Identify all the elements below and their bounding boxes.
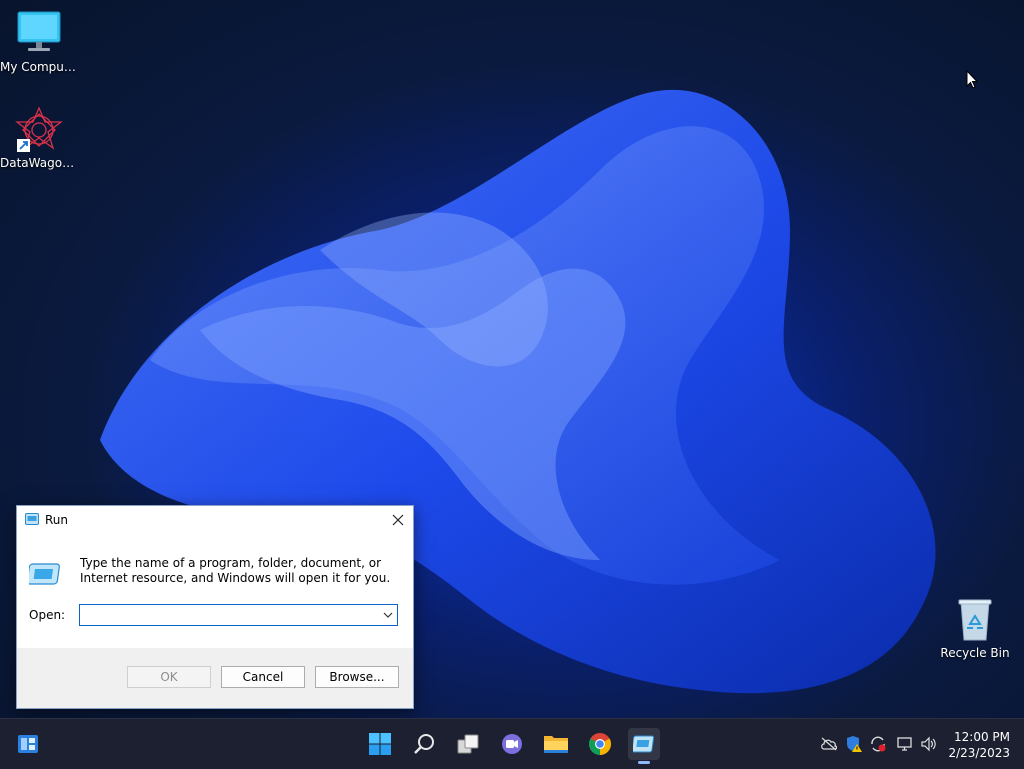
run-title: Run [45,513,69,527]
run-icon [25,513,39,525]
chrome-icon [589,733,611,755]
datawagon-icon [15,106,63,154]
clock[interactable]: 12:00 PM 2/23/2023 [948,729,1010,761]
task-view-icon [457,734,479,754]
cloud-offline-icon [821,737,838,751]
start-icon [369,733,391,755]
run-app-icon [29,563,60,585]
shield-warning-icon [847,736,862,752]
open-label: Open: [29,608,66,622]
run-taskbar-button[interactable] [628,728,660,764]
close-button[interactable] [383,506,413,534]
desktop-icon-my-computer[interactable]: My Computer [0,10,78,74]
clock-date: 2/23/2023 [948,746,1010,760]
run-titlebar[interactable]: Run [17,506,413,534]
volume-tray[interactable] [920,735,938,753]
open-combobox[interactable] [79,604,398,626]
chat-icon [502,734,522,754]
network-tray[interactable] [896,735,914,753]
widgets-button[interactable] [12,728,44,760]
volume-icon [921,736,936,752]
open-input[interactable] [82,607,376,625]
clock-time: 12:00 PM [954,730,1010,744]
taskbar: 12:00 PM 2/23/2023 [0,718,1024,769]
widgets-icon [18,735,38,753]
desktop-icon-label: DataWagon... [0,156,78,170]
network-icon [897,737,912,751]
desktop-icon-label: My Computer [0,60,78,74]
security-tray[interactable] [845,735,863,753]
sync-icon [871,736,886,752]
chrome-button[interactable] [584,728,616,760]
file-explorer-button[interactable] [540,728,572,760]
desktop-icon-datawagon[interactable]: DataWagon... [0,106,78,170]
chevron-down-icon [383,612,393,618]
run-dialog: Run Type the name of a program, folder, … [16,505,414,709]
ok-button[interactable]: OK [127,666,211,688]
close-icon [392,514,404,526]
update-tray[interactable] [869,735,887,753]
search-button[interactable] [408,728,440,760]
desktop-icon-recycle-bin[interactable]: Recycle Bin [936,596,1014,660]
mouse-cursor-icon [966,70,978,89]
run-icon [633,735,655,753]
desktop-icon-label: Recycle Bin [940,646,1010,660]
task-view-button[interactable] [452,728,484,760]
open-dropdown-button[interactable] [379,605,397,625]
run-description: Type the name of a program, folder, docu… [80,556,391,585]
recycle-bin-icon [951,596,999,644]
browse-button[interactable]: Browse... [315,666,399,688]
start-button[interactable] [364,728,396,760]
onedrive-tray[interactable] [820,735,838,753]
cancel-button[interactable]: Cancel [221,666,305,688]
file-explorer-icon [544,736,568,753]
run-content: Type the name of a program, folder, docu… [17,534,413,648]
monitor-icon [15,10,63,58]
chat-button[interactable] [496,728,528,760]
search-icon [414,734,434,754]
